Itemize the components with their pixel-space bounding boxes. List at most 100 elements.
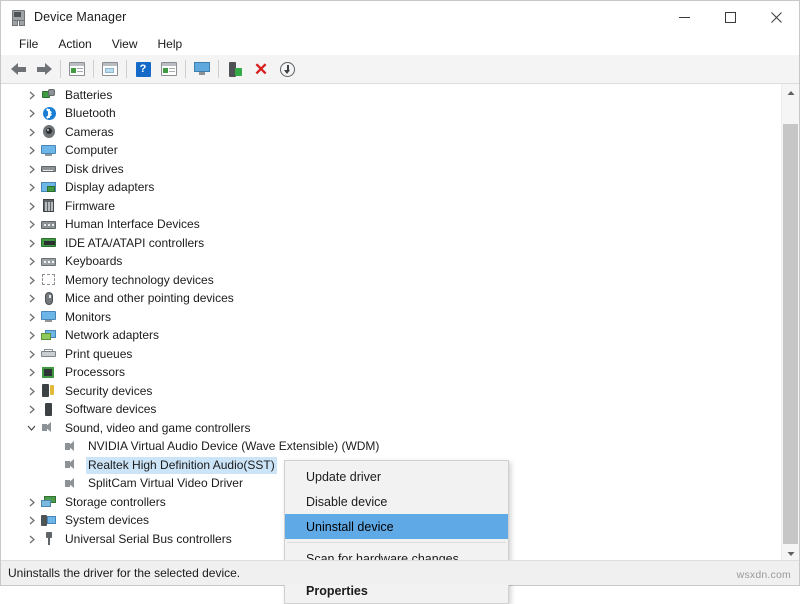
tree-row[interactable]: Processors — [1, 364, 773, 383]
maximize-button[interactable] — [707, 1, 753, 33]
tree-row[interactable]: Cameras — [1, 123, 773, 142]
toolbar-separator-1 — [60, 60, 61, 78]
menu-file[interactable]: File — [9, 35, 48, 53]
hid-icon — [41, 218, 57, 232]
tree-row[interactable]: Monitors — [1, 308, 773, 327]
tree-row-label: Human Interface Devices — [63, 216, 202, 233]
sound-device-icon — [64, 440, 80, 454]
minimize-button[interactable] — [661, 1, 707, 33]
toolbar-separator-4 — [185, 60, 186, 78]
bluetooth-icon — [41, 107, 57, 121]
tree-row-label: Bluetooth — [63, 105, 118, 122]
chevron-right-icon[interactable] — [25, 329, 38, 342]
chevron-right-icon[interactable] — [25, 107, 38, 120]
chevron-right-icon[interactable] — [25, 144, 38, 157]
tree-row[interactable]: IDE ATA/ATAPI controllers — [1, 234, 773, 253]
chevron-right-icon[interactable] — [25, 514, 38, 527]
chevron-right-icon[interactable] — [25, 496, 38, 509]
tree-row[interactable]: Memory technology devices — [1, 271, 773, 290]
update-driver-icon[interactable] — [156, 57, 182, 81]
sound-device-icon — [64, 458, 80, 472]
tree-row[interactable]: Firmware — [1, 197, 773, 216]
back-arrow-icon[interactable] — [5, 57, 31, 81]
show-hide-console-tree-icon[interactable] — [64, 57, 90, 81]
tree-row[interactable]: Computer — [1, 142, 773, 161]
tree-row-label: Print queues — [63, 346, 134, 363]
chevron-right-icon[interactable] — [25, 218, 38, 231]
close-button[interactable] — [753, 1, 799, 33]
device-manager-icon — [10, 9, 26, 25]
menu-view[interactable]: View — [102, 35, 148, 53]
context-menu-separator — [287, 542, 506, 543]
chevron-down-icon[interactable] — [25, 422, 38, 435]
tree-row[interactable]: Print queues — [1, 345, 773, 364]
tree-row[interactable]: Display adapters — [1, 179, 773, 198]
tree-row-label: Disk drives — [63, 161, 126, 178]
uninstall-device-icon[interactable]: ✕ — [248, 57, 274, 81]
tree-row[interactable]: Keyboards — [1, 253, 773, 272]
chevron-right-icon[interactable] — [25, 292, 38, 305]
tree-row-label: Universal Serial Bus controllers — [63, 531, 234, 548]
vertical-scrollbar[interactable] — [781, 84, 799, 562]
chevron-right-icon[interactable] — [25, 89, 38, 102]
tree-row-label: Cameras — [63, 124, 116, 141]
chevron-none — [48, 440, 61, 453]
chevron-right-icon[interactable] — [25, 366, 38, 379]
chevron-right-icon[interactable] — [25, 533, 38, 546]
disable-device-icon[interactable] — [274, 57, 300, 81]
toolbar-separator-5 — [218, 60, 219, 78]
tree-row[interactable]: Security devices — [1, 382, 773, 401]
device-manager-window: Device Manager File Action View Help — [0, 0, 800, 586]
disk-drive-icon — [41, 162, 57, 176]
battery-icon — [41, 88, 57, 102]
tree-row[interactable]: Batteries — [1, 86, 773, 105]
chevron-right-icon[interactable] — [25, 274, 38, 287]
menu-help[interactable]: Help — [148, 35, 193, 53]
scrollbar-thumb[interactable] — [783, 124, 798, 544]
scroll-up-icon[interactable] — [782, 84, 799, 101]
chevron-right-icon[interactable] — [25, 385, 38, 398]
sound-controller-icon — [41, 421, 57, 435]
ide-controller-icon — [41, 236, 57, 250]
tree-row[interactable]: Human Interface Devices — [1, 216, 773, 235]
storage-controller-icon — [41, 495, 57, 509]
tree-row[interactable]: Mice and other pointing devices — [1, 290, 773, 309]
enable-device-icon[interactable] — [222, 57, 248, 81]
chevron-right-icon[interactable] — [25, 237, 38, 250]
chevron-right-icon[interactable] — [25, 311, 38, 324]
tree-row[interactable]: Disk drives — [1, 160, 773, 179]
context-menu-item[interactable]: Uninstall device — [285, 514, 508, 539]
chevron-right-icon[interactable] — [25, 348, 38, 361]
status-text: Uninstalls the driver for the selected d… — [1, 566, 240, 580]
properties-icon[interactable] — [97, 57, 123, 81]
menu-action[interactable]: Action — [48, 35, 101, 53]
printer-icon — [41, 347, 57, 361]
tree-row-label: Firmware — [63, 198, 117, 215]
chevron-none — [48, 459, 61, 472]
chevron-right-icon[interactable] — [25, 255, 38, 268]
scan-hardware-icon[interactable] — [189, 57, 215, 81]
software-device-icon — [41, 403, 57, 417]
tree-row[interactable]: NVIDIA Virtual Audio Device (Wave Extens… — [1, 438, 773, 457]
context-menu-item[interactable]: Disable device — [285, 489, 508, 514]
computer-icon — [41, 144, 57, 158]
context-menu-item[interactable]: Update driver — [285, 464, 508, 489]
forward-arrow-icon[interactable] — [31, 57, 57, 81]
sound-device-icon — [64, 477, 80, 491]
tree-row-label: Storage controllers — [63, 494, 168, 511]
tree-row[interactable]: Network adapters — [1, 327, 773, 346]
chevron-right-icon[interactable] — [25, 200, 38, 213]
tree-row-label: Realtek High Definition Audio(SST) — [86, 457, 277, 474]
chevron-right-icon[interactable] — [25, 403, 38, 416]
tree-row[interactable]: Software devices — [1, 401, 773, 420]
chevron-right-icon[interactable] — [25, 126, 38, 139]
help-icon[interactable]: ? — [130, 57, 156, 81]
tree-row-label: Sound, video and game controllers — [63, 420, 252, 437]
monitor-icon — [41, 310, 57, 324]
tree-row-label: Display adapters — [63, 179, 156, 196]
tree-row[interactable]: Bluetooth — [1, 105, 773, 124]
chevron-right-icon[interactable] — [25, 163, 38, 176]
tree-row[interactable]: Sound, video and game controllers — [1, 419, 773, 438]
chevron-right-icon[interactable] — [25, 181, 38, 194]
chevron-none — [48, 477, 61, 490]
